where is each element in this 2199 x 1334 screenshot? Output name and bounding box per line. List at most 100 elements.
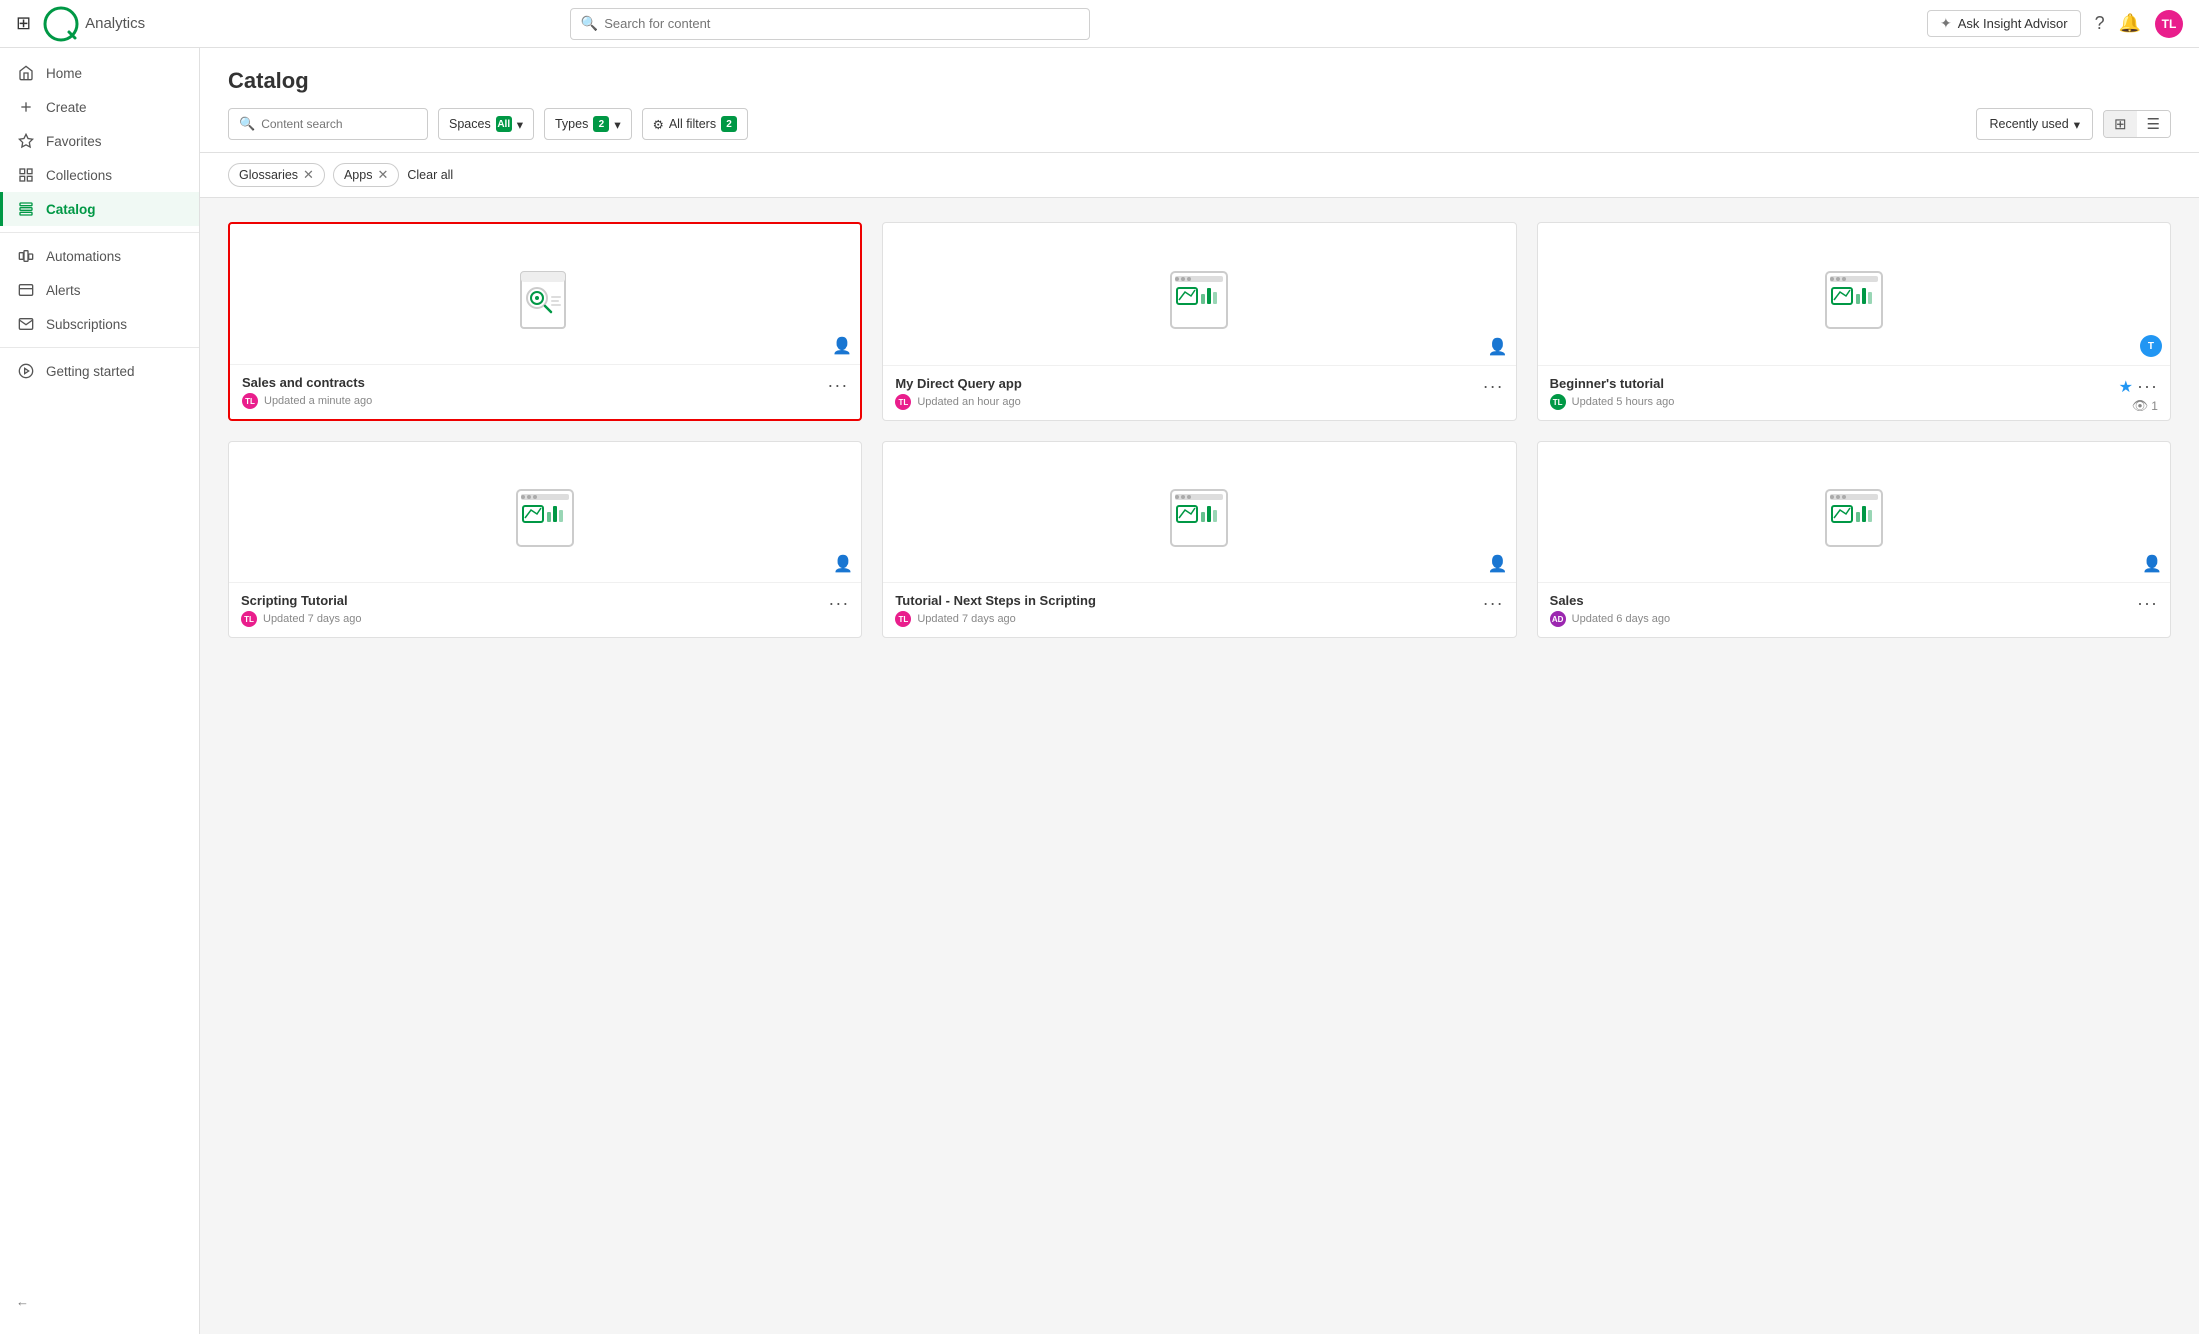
list-view-button[interactable]: ☰ [2137, 111, 2170, 137]
create-icon [16, 99, 36, 115]
card-more-button[interactable]: ··· [1483, 593, 1504, 614]
search-input[interactable] [604, 16, 1079, 31]
page-title: Catalog [228, 68, 2171, 94]
card-info: Scripting Tutorial TL Updated 7 days ago [241, 593, 828, 627]
sidebar-item-create[interactable]: Create [0, 90, 199, 124]
card-title: Sales [1550, 593, 2137, 608]
card-tutorial-next-steps[interactable]: 👤 Tutorial - Next Steps in Scripting TL … [882, 441, 1516, 638]
cards-grid: 👤 Sales and contracts TL Updated a minut… [228, 222, 2171, 638]
card-info: Beginner's tutorial TL Updated 5 hours a… [1550, 376, 2119, 410]
card-beginners-tutorial[interactable]: T 👁 1 Beginner's tutorial TL Updated 5 h… [1537, 222, 2171, 421]
sidebar-item-create-label: Create [46, 100, 87, 115]
grid-menu-icon[interactable]: ⊞ [16, 13, 31, 34]
sidebar-collapse-button[interactable]: ← [0, 1285, 199, 1318]
insight-advisor-button[interactable]: ✦ Ask Insight Advisor [1927, 10, 2081, 37]
card-sales[interactable]: 👤 Sales AD Updated 6 days ago ··· [1537, 441, 2171, 638]
sidebar-item-catalog-label: Catalog [46, 202, 96, 217]
card-actions: ··· [827, 375, 848, 396]
card-info: Sales and contracts TL Updated a minute … [242, 375, 827, 409]
sidebar-item-getting-started[interactable]: Getting started [0, 354, 199, 388]
card-thumbnail: 👤 [229, 442, 861, 582]
card-update-time: Updated 7 days ago [263, 613, 361, 625]
card-meta: TL Updated 7 days ago [241, 611, 828, 627]
card-more-button[interactable]: ··· [1483, 376, 1504, 397]
collapse-icon: ← [16, 1294, 29, 1309]
avatar[interactable]: TL [2155, 10, 2183, 38]
spaces-filter-button[interactable]: Spaces All ▾ [438, 108, 534, 140]
apps-filter-label: Apps [344, 168, 373, 182]
card-update-time: Updated 5 hours ago [1572, 396, 1675, 408]
app-layout: Home Create Favorites Collections Catalo… [0, 48, 2199, 1334]
home-icon [16, 65, 36, 81]
sidebar-item-collections-label: Collections [46, 168, 112, 183]
card-title: Tutorial - Next Steps in Scripting [895, 593, 1482, 608]
glossaries-remove-button[interactable]: ✕ [303, 167, 314, 183]
clear-all-button[interactable]: Clear all [407, 168, 453, 182]
collections-icon [16, 167, 36, 183]
card-avatar: TL [895, 611, 911, 627]
card-info: Tutorial - Next Steps in Scripting TL Up… [895, 593, 1482, 627]
card-more-button[interactable]: ··· [2137, 376, 2158, 397]
sidebar-item-home[interactable]: Home [0, 56, 199, 90]
content-search[interactable]: 🔍 [228, 108, 428, 140]
sidebar-item-subscriptions[interactable]: Subscriptions [0, 307, 199, 341]
topnav: ⊞ Analytics 🔍 ✦ Ask Insight Advisor ? 🔔 … [0, 0, 2199, 48]
card-sales-contracts[interactable]: 👤 Sales and contracts TL Updated a minut… [228, 222, 862, 421]
card-more-button[interactable]: ··· [828, 593, 849, 614]
card-footer: Tutorial - Next Steps in Scripting TL Up… [883, 582, 1515, 637]
card-title: My Direct Query app [895, 376, 1482, 391]
sidebar-item-catalog[interactable]: Catalog [0, 192, 199, 226]
sidebar-item-collections[interactable]: Collections [0, 158, 199, 192]
help-icon[interactable]: ? [2095, 13, 2105, 34]
all-filters-button[interactable]: ⚙ All filters 2 [642, 108, 748, 140]
search-filter-icon: 🔍 [239, 116, 255, 132]
grid-view-button[interactable]: ⊞ [2104, 111, 2137, 137]
star-button[interactable]: ★ [2119, 377, 2133, 397]
card-my-direct-query[interactable]: 👤 My Direct Query app TL Updated an hour… [882, 222, 1516, 421]
card-update-time: Updated 6 days ago [1572, 613, 1670, 625]
card-scripting-tutorial[interactable]: 👤 Scripting Tutorial TL Updated 7 days a… [228, 441, 862, 638]
sort-label: Recently used [1989, 117, 2068, 131]
catalog-header: Catalog 🔍 Spaces All ▾ Types 2 ▾ ⚙ [200, 48, 2199, 153]
types-badge: 2 [593, 116, 609, 132]
card-more-button[interactable]: ··· [2137, 593, 2158, 614]
content-search-input[interactable] [261, 117, 417, 131]
main-content: Catalog 🔍 Spaces All ▾ Types 2 ▾ ⚙ [200, 48, 2199, 1334]
sidebar-divider-2 [0, 347, 199, 348]
sidebar-divider [0, 232, 199, 233]
types-chevron-icon: ▾ [614, 117, 620, 132]
sidebar-item-automations[interactable]: Automations [0, 239, 199, 273]
favorites-icon [16, 133, 36, 149]
glossaries-filter-tag: Glossaries ✕ [228, 163, 325, 187]
sidebar-item-favorites[interactable]: Favorites [0, 124, 199, 158]
card-avatar: AD [1550, 611, 1566, 627]
card-thumbnail: 👤 [883, 223, 1515, 365]
card-more-button[interactable]: ··· [827, 375, 848, 396]
card-meta: TL Updated 5 hours ago [1550, 394, 2119, 410]
sidebar-item-alerts[interactable]: Alerts [0, 273, 199, 307]
owner-icon: 👤 [1488, 337, 1508, 357]
search-icon: 🔍 [581, 15, 598, 32]
apps-remove-button[interactable]: ✕ [377, 167, 388, 183]
notifications-icon[interactable]: 🔔 [2119, 13, 2141, 34]
view-toggle: ⊞ ☰ [2103, 110, 2171, 138]
sidebar-item-alerts-label: Alerts [46, 283, 81, 298]
sidebar: Home Create Favorites Collections Catalo… [0, 48, 200, 1334]
card-actions: ··· [1483, 593, 1504, 614]
card-thumbnail: T [1538, 223, 2170, 365]
glossaries-filter-label: Glossaries [239, 168, 298, 182]
all-filters-label: All filters [669, 117, 716, 131]
getting-started-icon [16, 363, 36, 379]
cards-area: 👤 Sales and contracts TL Updated a minut… [200, 198, 2199, 1334]
card-update-time: Updated an hour ago [917, 396, 1020, 408]
card-avatar: TL [242, 393, 258, 409]
card-actions: ··· [2137, 593, 2158, 614]
sort-button[interactable]: Recently used ▾ [1976, 108, 2093, 140]
card-title: Sales and contracts [242, 375, 827, 390]
global-search[interactable]: 🔍 [570, 8, 1090, 40]
catalog-filters: 🔍 Spaces All ▾ Types 2 ▾ ⚙ All filters 2 [228, 108, 2171, 140]
spaces-chevron-icon: ▾ [517, 117, 523, 132]
sidebar-item-subscriptions-label: Subscriptions [46, 317, 127, 332]
card-footer: Sales AD Updated 6 days ago ··· [1538, 582, 2170, 637]
types-filter-button[interactable]: Types 2 ▾ [544, 108, 632, 140]
